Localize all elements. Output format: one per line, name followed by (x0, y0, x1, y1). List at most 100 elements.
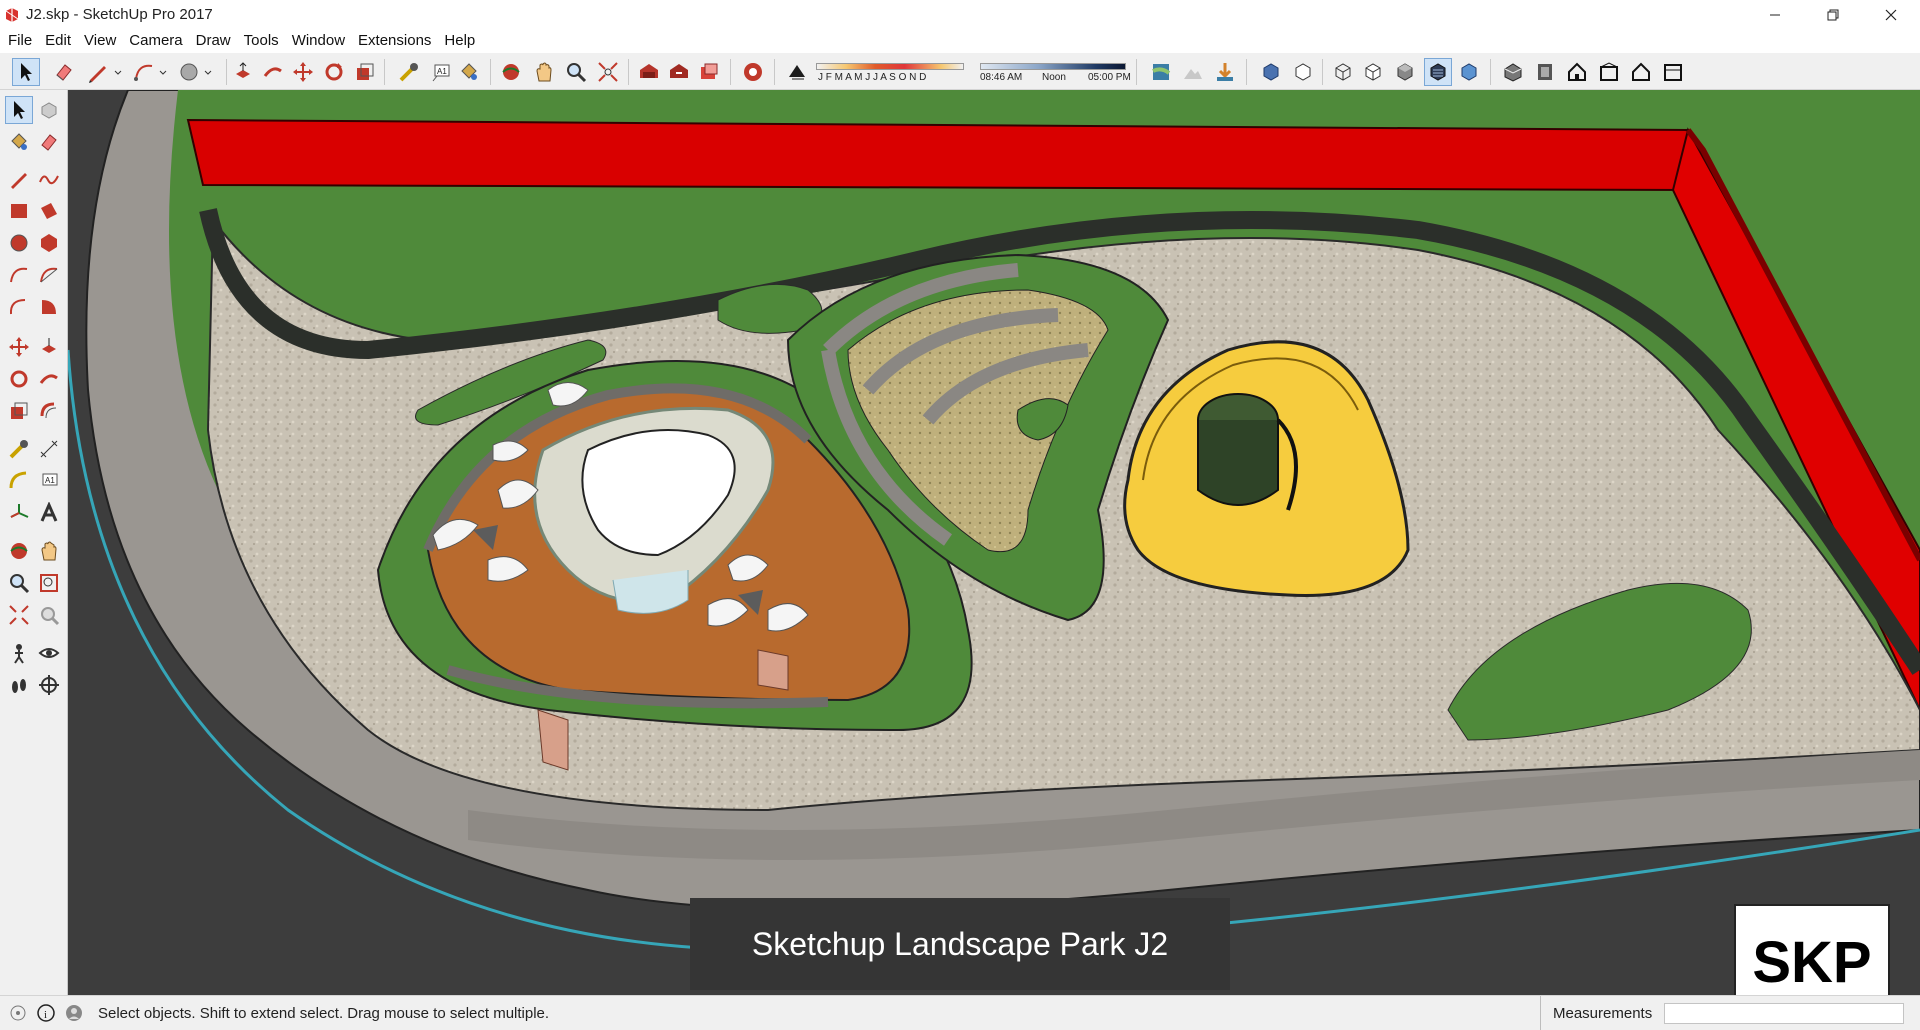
menu-help[interactable]: Help (440, 29, 484, 53)
polygon-icon[interactable] (38, 232, 60, 254)
chevron-down-icon[interactable] (158, 61, 168, 83)
pencil-line-icon[interactable] (87, 61, 109, 83)
right-view-icon[interactable] (1598, 61, 1620, 83)
walk-icon[interactable] (8, 674, 30, 696)
push-pull-icon[interactable] (232, 61, 254, 83)
top-view-icon[interactable] (1534, 61, 1556, 83)
zoom-window-icon[interactable] (38, 572, 60, 594)
follow-me-icon[interactable] (38, 368, 60, 390)
back-view-icon[interactable] (1630, 61, 1652, 83)
minimize-button[interactable] (1746, 0, 1804, 29)
rotate-icon[interactable] (8, 368, 30, 390)
zoom-icon[interactable] (8, 572, 30, 594)
dimension-icon[interactable] (38, 438, 60, 460)
zoom-extents-icon[interactable] (8, 604, 30, 626)
zoom-extents-icon[interactable] (597, 61, 619, 83)
paint-bucket-icon[interactable] (458, 61, 480, 83)
model-viewport[interactable] (68, 90, 1920, 995)
zoom-icon[interactable] (565, 61, 587, 83)
xray-style-icon[interactable] (1260, 61, 1282, 83)
tape-measure-icon[interactable] (398, 61, 420, 83)
share-component-icon[interactable] (698, 61, 720, 83)
iso-view-icon[interactable] (1502, 61, 1524, 83)
orbit-icon[interactable] (500, 61, 522, 83)
monochrome-style-icon[interactable] (1458, 61, 1480, 83)
two-point-arc-icon[interactable] (38, 264, 60, 286)
select-arrow-icon[interactable] (8, 99, 30, 121)
toggle-terrain-icon[interactable] (1182, 61, 1204, 83)
look-around-icon[interactable] (38, 642, 60, 664)
menu-view[interactable]: View (80, 29, 125, 53)
rotate-icon[interactable] (323, 61, 345, 83)
offset-icon[interactable] (38, 400, 60, 422)
3d-warehouse-icon[interactable] (638, 61, 660, 83)
three-point-arc-icon[interactable] (8, 296, 30, 318)
user-account-icon[interactable] (64, 1003, 84, 1023)
month-slider[interactable] (816, 63, 964, 70)
circle-tool-icon[interactable] (8, 232, 30, 254)
front-view-icon[interactable] (1566, 61, 1588, 83)
section-plane-icon[interactable] (38, 674, 60, 696)
paint-bucket-icon[interactable] (8, 131, 30, 153)
select-arrow-icon[interactable] (15, 61, 37, 83)
move-icon[interactable] (292, 61, 314, 83)
close-button[interactable] (1862, 0, 1920, 29)
shadows-toggle-icon[interactable] (786, 61, 808, 83)
add-location-icon[interactable] (1150, 61, 1172, 83)
toolbar-separator (384, 59, 385, 85)
position-camera-icon[interactable] (8, 642, 30, 664)
chevron-down-icon[interactable] (113, 61, 123, 83)
title-bar: J2.skp - SketchUp Pro 2017 (0, 0, 1920, 29)
move-icon[interactable] (8, 336, 30, 358)
menu-edit[interactable]: Edit (41, 29, 80, 53)
restore-button[interactable] (1804, 0, 1862, 29)
axes-icon[interactable] (8, 502, 30, 524)
rotated-rectangle-icon[interactable] (38, 200, 60, 222)
scale-icon[interactable] (354, 61, 376, 83)
chevron-down-icon[interactable] (203, 61, 213, 83)
menu-tools[interactable]: Tools (240, 29, 288, 53)
extension-warehouse-icon[interactable] (742, 61, 764, 83)
protractor-icon[interactable] (8, 470, 30, 492)
rectangle-icon[interactable] (8, 200, 30, 222)
menu-camera[interactable]: Camera (125, 29, 191, 53)
share-model-icon[interactable] (668, 61, 690, 83)
photo-textures-icon[interactable] (1214, 61, 1236, 83)
info-icon[interactable]: i (36, 1003, 56, 1023)
wireframe-style-icon[interactable] (1332, 61, 1354, 83)
previous-view-icon[interactable] (38, 604, 60, 626)
menu-window[interactable]: Window (288, 29, 354, 53)
time-slider[interactable] (980, 63, 1126, 70)
back-edges-style-icon[interactable] (1292, 61, 1314, 83)
shaded-with-textures-icon[interactable] (1427, 61, 1449, 83)
follow-me-icon[interactable] (262, 61, 284, 83)
tape-measure-icon[interactable] (8, 438, 30, 460)
orbit-icon[interactable] (8, 540, 30, 562)
menu-file[interactable]: File (4, 29, 41, 53)
shaded-style-icon[interactable] (1394, 61, 1416, 83)
entry-steps (537, 709, 569, 771)
scale-icon[interactable] (8, 400, 30, 422)
left-view-icon[interactable] (1662, 61, 1684, 83)
pencil-line-icon[interactable] (8, 168, 30, 190)
text-tool-icon[interactable]: A1 (38, 470, 60, 492)
svg-text:i: i (44, 1009, 47, 1021)
menu-draw[interactable]: Draw (192, 29, 240, 53)
geo-location-icon[interactable] (8, 1003, 28, 1023)
menu-extensions[interactable]: Extensions (354, 29, 440, 53)
pie-icon[interactable] (38, 296, 60, 318)
freehand-icon[interactable] (38, 168, 60, 190)
arc-tool-icon[interactable] (8, 264, 30, 286)
3d-text-icon[interactable] (38, 502, 60, 524)
text-tool-icon[interactable]: A1 (430, 61, 452, 83)
circle-tool-icon[interactable] (178, 61, 200, 83)
measurements-input[interactable] (1664, 1003, 1904, 1024)
push-pull-icon[interactable] (38, 336, 60, 358)
eraser-icon[interactable] (53, 61, 75, 83)
pan-icon[interactable] (38, 540, 60, 562)
make-component-icon[interactable] (38, 99, 60, 121)
hidden-line-style-icon[interactable] (1362, 61, 1384, 83)
arc-tool-icon[interactable] (133, 61, 155, 83)
eraser-icon[interactable] (38, 131, 60, 153)
pan-icon[interactable] (533, 61, 555, 83)
